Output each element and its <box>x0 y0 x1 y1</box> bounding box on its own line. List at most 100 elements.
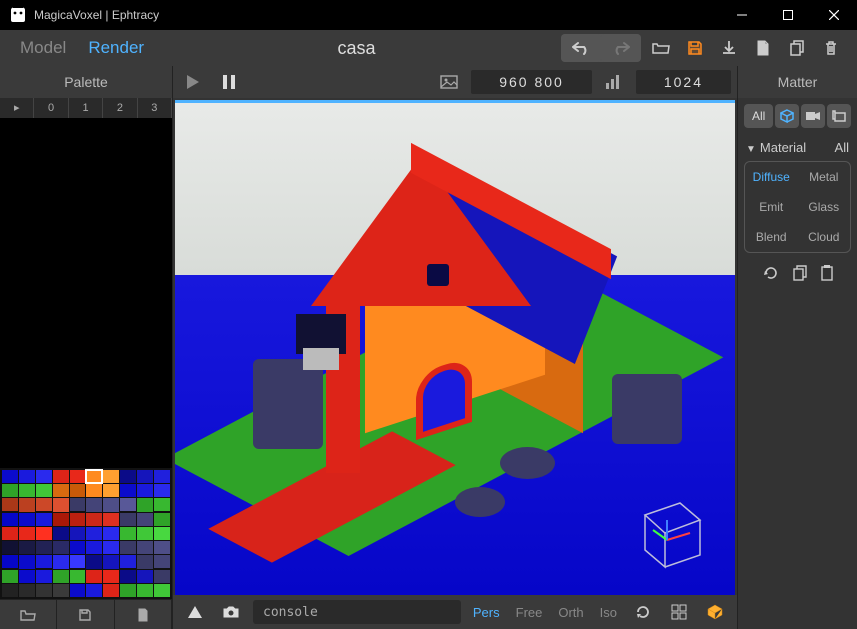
palette-swatch[interactable] <box>53 484 69 497</box>
palette-swatch[interactable] <box>120 541 136 554</box>
palette-swatch[interactable] <box>36 470 52 483</box>
palette-swatch[interactable] <box>137 570 153 583</box>
palette-swatch[interactable] <box>120 470 136 483</box>
palette-open-button[interactable] <box>0 600 57 629</box>
material-reset-button[interactable] <box>763 265 779 281</box>
palette-swatch[interactable] <box>36 570 52 583</box>
material-section-header[interactable]: ▼Material All <box>738 134 857 161</box>
view-mode-free[interactable]: Free <box>512 603 547 622</box>
material-copy-button[interactable] <box>793 265 807 281</box>
palette-swatch[interactable] <box>137 498 153 511</box>
palette-swatch[interactable] <box>2 584 18 597</box>
orientation-gizmo[interactable] <box>625 485 715 575</box>
close-button[interactable] <box>811 0 857 30</box>
palette-swatch[interactable] <box>137 527 153 540</box>
palette-swatch[interactable] <box>86 527 102 540</box>
palette-swatch[interactable] <box>120 555 136 568</box>
palette-page-button[interactable] <box>115 600 172 629</box>
palette-swatch[interactable] <box>2 527 18 540</box>
palette-swatch[interactable] <box>53 513 69 526</box>
view-mode-orth[interactable]: Orth <box>554 603 587 622</box>
material-glass[interactable]: Glass <box>798 192 851 222</box>
open-button[interactable] <box>647 34 675 62</box>
palette-swatch[interactable] <box>36 584 52 597</box>
palette-swatch[interactable] <box>2 484 18 497</box>
palette-swatch[interactable] <box>120 484 136 497</box>
delete-button[interactable] <box>817 34 845 62</box>
palette-swatch[interactable] <box>36 513 52 526</box>
palette-swatch[interactable] <box>86 555 102 568</box>
palette-swatch[interactable] <box>120 527 136 540</box>
palette-swatch[interactable] <box>86 484 102 497</box>
render-play-button[interactable] <box>179 68 207 96</box>
palette-swatch[interactable] <box>154 498 170 511</box>
palette-swatch[interactable] <box>70 570 86 583</box>
palette-swatch[interactable] <box>70 513 86 526</box>
project-name[interactable]: casa <box>158 38 555 59</box>
palette-swatch[interactable] <box>86 498 102 511</box>
palette-swatch[interactable] <box>86 513 102 526</box>
view-mode-pers[interactable]: Pers <box>469 603 504 622</box>
palette-swatch[interactable] <box>2 498 18 511</box>
palette-swatch[interactable] <box>19 513 35 526</box>
palette-swatch[interactable] <box>19 570 35 583</box>
palette-swatch[interactable] <box>86 584 102 597</box>
palette-swatch[interactable] <box>70 555 86 568</box>
palette-swatch[interactable] <box>137 541 153 554</box>
palette-swatch[interactable] <box>53 570 69 583</box>
undo-button[interactable] <box>561 34 601 62</box>
palette-swatch[interactable] <box>120 513 136 526</box>
palette-swatch[interactable] <box>2 570 18 583</box>
new-file-button[interactable] <box>749 34 777 62</box>
palette-swatch[interactable] <box>103 470 119 483</box>
palette-swatch[interactable] <box>53 584 69 597</box>
palette-swatch[interactable] <box>36 527 52 540</box>
grid-button[interactable] <box>665 598 693 626</box>
palette-swatch[interactable] <box>86 470 102 483</box>
palette-swatch[interactable] <box>103 484 119 497</box>
palette-swatch[interactable] <box>154 555 170 568</box>
palette-swatch[interactable] <box>86 541 102 554</box>
palette-swatch[interactable] <box>19 555 35 568</box>
palette-swatch[interactable] <box>120 498 136 511</box>
palette-swatch[interactable] <box>19 541 35 554</box>
filter-camera-button[interactable] <box>801 104 825 128</box>
palette-swatch[interactable] <box>154 584 170 597</box>
palette-swatch[interactable] <box>36 555 52 568</box>
palette-swatch[interactable] <box>19 498 35 511</box>
palette-swatch[interactable] <box>53 470 69 483</box>
palette-swatch[interactable] <box>103 513 119 526</box>
download-button[interactable] <box>715 34 743 62</box>
render-dimensions[interactable]: 960 800 <box>471 70 592 94</box>
palette-swatch[interactable] <box>103 541 119 554</box>
palette-swatch[interactable] <box>70 527 86 540</box>
material-metal[interactable]: Metal <box>798 162 851 192</box>
recenter-button[interactable] <box>629 598 657 626</box>
palette-swatch[interactable] <box>137 513 153 526</box>
screenshot-button[interactable] <box>217 598 245 626</box>
console-toggle-button[interactable] <box>181 598 209 626</box>
palette-tab-2[interactable]: 2 <box>103 98 137 118</box>
filter-all-button[interactable]: All <box>744 104 773 128</box>
palette-swatch[interactable] <box>137 470 153 483</box>
cube-toggle-button[interactable] <box>701 598 729 626</box>
palette-swatch[interactable] <box>154 527 170 540</box>
maximize-button[interactable] <box>765 0 811 30</box>
palette-swatch[interactable] <box>154 470 170 483</box>
palette-tab-1[interactable]: 1 <box>69 98 103 118</box>
palette-swatch[interactable] <box>70 498 86 511</box>
sample-settings-button[interactable] <box>600 68 628 96</box>
palette-swatch[interactable] <box>120 584 136 597</box>
palette-swatch[interactable] <box>70 484 86 497</box>
console-input[interactable]: console <box>253 600 461 624</box>
filter-screen-button[interactable] <box>827 104 851 128</box>
material-diffuse[interactable]: Diffuse <box>745 162 798 192</box>
mode-render-button[interactable]: Render <box>80 34 152 62</box>
image-settings-button[interactable] <box>435 68 463 96</box>
render-pause-button[interactable] <box>215 68 243 96</box>
render-viewport[interactable] <box>175 100 735 595</box>
palette-swatch[interactable] <box>2 470 18 483</box>
palette-swatch[interactable] <box>137 584 153 597</box>
palette-swatch[interactable] <box>154 541 170 554</box>
palette-save-button[interactable] <box>57 600 114 629</box>
